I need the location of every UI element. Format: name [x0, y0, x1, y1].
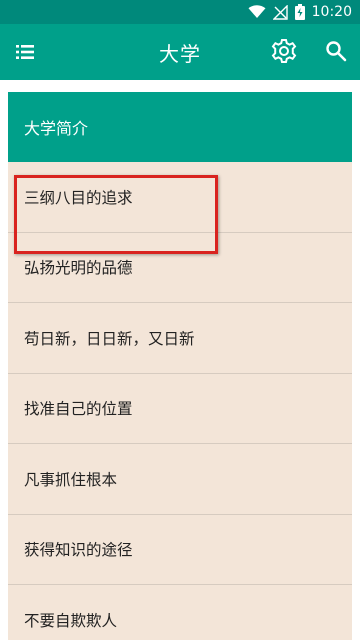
status-bar: 10:20 [0, 0, 360, 24]
signal-off-icon [272, 4, 288, 20]
list-item[interactable]: 三纲八目的追求 [8, 162, 352, 233]
list-item[interactable]: 不要自欺欺人 [8, 585, 352, 640]
search-icon[interactable] [324, 39, 348, 63]
clock: 10:20 [311, 4, 352, 20]
list-item[interactable]: 弘扬光明的品德 [8, 233, 352, 303]
list-item-label: 找准自己的位置 [24, 400, 133, 419]
list-item-label: 三纲八目的追求 [24, 188, 133, 207]
page-title: 大学 [159, 42, 201, 66]
section-header[interactable]: 大学简介 [8, 92, 352, 162]
list-item-label: 不要自欺欺人 [24, 611, 118, 630]
list-item-label: 凡事抓住根本 [24, 470, 118, 489]
list-item-label: 弘扬光明的品德 [24, 259, 133, 278]
list-item-label: 获得知识的途径 [24, 541, 133, 560]
section-header-label: 大学简介 [24, 119, 89, 138]
list-item[interactable]: 苟日新，日日新，又日新 [8, 303, 352, 374]
list-item[interactable]: 找准自己的位置 [8, 374, 352, 444]
list-item-label: 苟日新，日日新，又日新 [24, 329, 195, 348]
gear-icon[interactable] [270, 37, 298, 65]
battery-charging-icon [294, 4, 305, 20]
chapter-list: 大学简介 三纲八目的追求 弘扬光明的品德 苟日新，日日新，又日新 找准自己的位置… [8, 92, 352, 640]
list-item[interactable]: 凡事抓住根本 [8, 444, 352, 515]
app-bar: 大学 [0, 24, 360, 80]
list-item[interactable]: 获得知识的途径 [8, 515, 352, 585]
wifi-icon [248, 5, 266, 19]
